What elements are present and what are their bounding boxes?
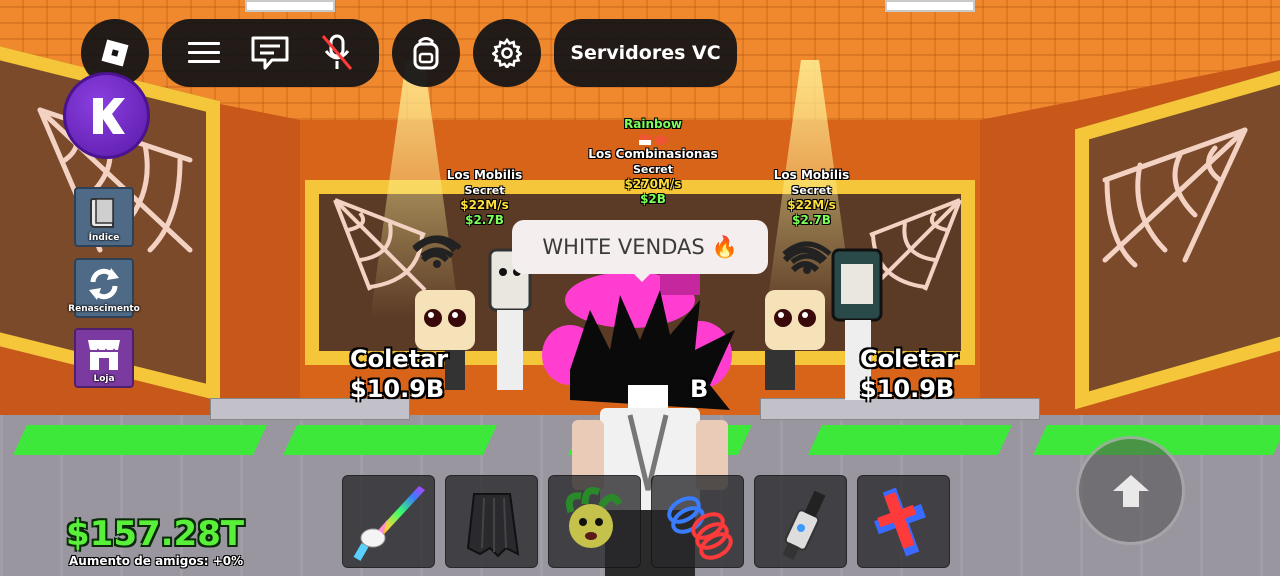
- green-pad: [283, 425, 497, 455]
- hotbar-slot-4[interactable]: [651, 475, 744, 568]
- brainrot-rate: $22M/s: [787, 198, 836, 212]
- billboard-left: Los Mobilis Secret $22M/s $2.7B: [432, 168, 537, 228]
- flags-icon: [573, 132, 733, 147]
- brainrot-rarity: Secret: [632, 163, 674, 176]
- brainrot-price: $2.7B: [792, 213, 831, 227]
- index-button[interactable]: Índice: [74, 187, 134, 247]
- hotbar-slot-6[interactable]: [857, 475, 950, 568]
- k-menu-button[interactable]: [63, 72, 150, 159]
- medusa-head-icon: [565, 486, 622, 548]
- mic-button[interactable]: [320, 33, 354, 73]
- green-pad: [808, 425, 1012, 455]
- money-counter: $157.28T: [66, 514, 245, 554]
- mutation-label: Rainbow: [624, 117, 682, 131]
- chat-icon: [251, 36, 289, 70]
- spider-web-icon: [1102, 127, 1248, 268]
- shop-button[interactable]: Loja: [74, 328, 134, 388]
- collect-right[interactable]: Coletar $10.9B: [860, 344, 958, 404]
- settings-button[interactable]: [473, 19, 541, 87]
- hotbar: [342, 475, 950, 568]
- hotbar-slot-2[interactable]: [445, 475, 538, 568]
- billboard-right: Los Mobilis Secret $22M/s $2.7B: [759, 168, 864, 228]
- billboard-center: Rainbow Los Combinasionas Secret $270M/s…: [573, 117, 733, 207]
- collect-amount: $10.9B: [350, 375, 445, 403]
- unicorn-sword-icon: [353, 485, 425, 561]
- k-logo-icon: [92, 97, 125, 134]
- gear-icon: [492, 38, 522, 68]
- rebirth-button[interactable]: Renascimento: [68, 258, 140, 318]
- collect-partial: B: [690, 375, 709, 403]
- cape-icon: [466, 492, 519, 557]
- top-toolbar: [162, 19, 379, 87]
- fire-icon: 🔥: [711, 234, 738, 259]
- brainrot-rarity: Secret: [464, 184, 505, 197]
- rebirth-icon: [89, 268, 119, 300]
- hotbar-slot-1[interactable]: [342, 475, 435, 568]
- book-icon: [90, 198, 114, 228]
- hamburger-icon: [187, 42, 220, 63]
- roblox-logo-icon: [101, 39, 129, 67]
- brainrot-rarity: Secret: [791, 184, 832, 197]
- up-arrow-icon: [1112, 474, 1149, 507]
- brainrot-rate: $22M/s: [460, 198, 509, 212]
- voice-servers-button[interactable]: Servidores VC: [554, 19, 737, 87]
- chat-bubble-text: WHITE VENDAS: [542, 235, 705, 259]
- mic-muted-icon: [321, 34, 353, 70]
- backpack-button[interactable]: [392, 19, 460, 87]
- cross-tool-icon: [873, 487, 926, 556]
- shop-label: Loja: [93, 374, 115, 384]
- signal-icon: [412, 235, 462, 268]
- collect-amount: $10.9B: [860, 375, 955, 403]
- ceiling-light: [885, 0, 975, 12]
- brainrot-name: Los Combinasionas: [588, 147, 718, 161]
- coil-spring-icon: [666, 495, 733, 560]
- hotbar-slot-3[interactable]: [548, 475, 641, 568]
- brainrot-name: Los Mobilis: [446, 168, 523, 182]
- index-label: Índice: [88, 233, 120, 243]
- friend-bonus: Aumento de amigos: +0%: [69, 554, 244, 568]
- chat-button[interactable]: [250, 35, 290, 71]
- grapple-gun-icon: [782, 490, 826, 560]
- rebirth-label: Renascimento: [68, 304, 140, 314]
- collect-left[interactable]: Coletar $10.9B: [350, 344, 448, 404]
- menu-button[interactable]: [187, 39, 221, 67]
- brainrot-name: Los Mobilis: [773, 168, 850, 182]
- ceiling-light: [245, 0, 335, 12]
- jump-button[interactable]: [1076, 436, 1185, 545]
- brainrot-rate: $270M/s: [624, 177, 682, 191]
- hotbar-slot-5[interactable]: [754, 475, 847, 568]
- signal-icon: [782, 241, 832, 274]
- collect-label: Coletar: [350, 345, 449, 373]
- shop-icon: [88, 340, 121, 370]
- backpack-icon: [413, 37, 439, 70]
- green-pad: [13, 425, 267, 455]
- collect-label: Coletar: [860, 345, 959, 373]
- brainrot-price: $2B: [640, 192, 666, 206]
- chat-bubble: WHITE VENDAS 🔥: [512, 220, 768, 282]
